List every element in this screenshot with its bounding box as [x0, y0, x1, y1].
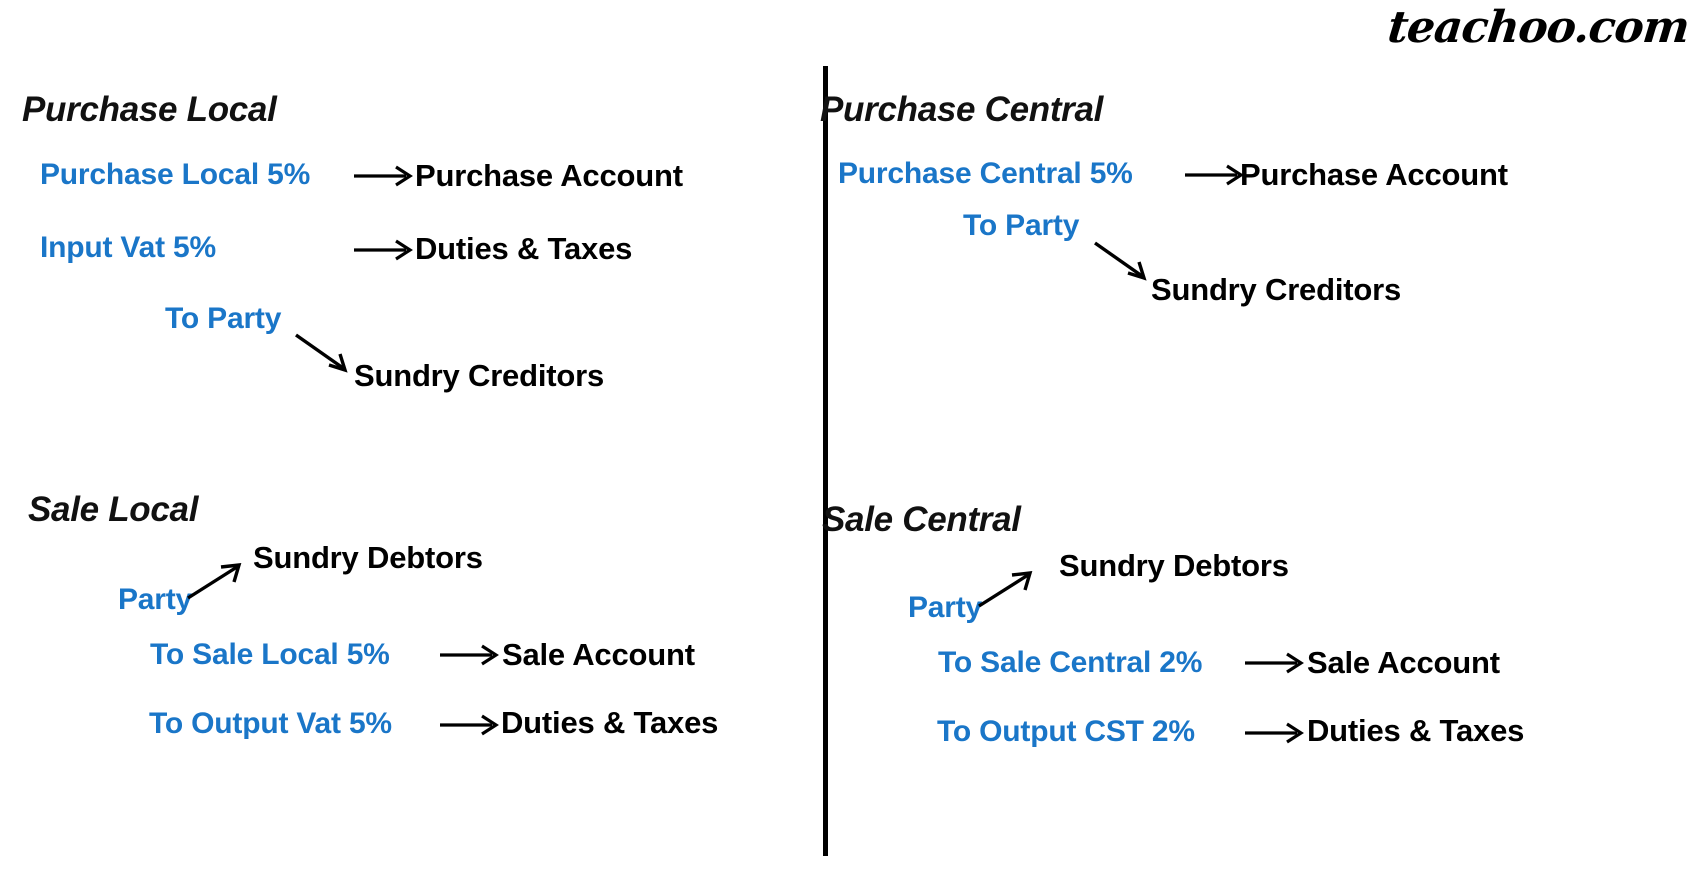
group-duties-and-taxes: Duties & Taxes [501, 705, 719, 740]
group-sundry-debtors: Sundry Debtors [253, 540, 483, 575]
group-sundry-debtors: Sundry Debtors [1059, 548, 1289, 583]
section-sale-central-heading: Sale Central [822, 500, 1021, 539]
arrow-right-icon [438, 709, 504, 737]
group-purchase-account: Purchase Account [1240, 157, 1508, 192]
arrow-up-right-icon [185, 558, 251, 604]
ledger-to-party: To Party [963, 209, 1080, 242]
ledger-to-output-vat-5: To Output Vat 5% [149, 707, 392, 740]
ledger-party: Party [118, 583, 193, 616]
group-duties-and-taxes: Duties & Taxes [415, 231, 633, 266]
group-sundry-creditors: Sundry Creditors [354, 358, 605, 393]
arrow-right-icon [352, 160, 418, 188]
diagram-canvas: teachoo.com Purchase Local Purchase Loca… [0, 0, 1697, 874]
section-purchase-local-heading: Purchase Local [22, 90, 277, 129]
teachoo-brand-logo: teachoo.com [1385, 2, 1692, 53]
group-sundry-creditors: Sundry Creditors [1151, 272, 1402, 307]
group-purchase-account: Purchase Account [415, 158, 683, 193]
vertical-divider [823, 66, 828, 856]
section-sale-local-heading: Sale Local [28, 490, 199, 529]
arrow-right-icon [438, 639, 504, 667]
arrow-down-right-icon [1092, 240, 1156, 282]
section-purchase-central-heading: Purchase Central [820, 90, 1104, 129]
ledger-to-party: To Party [165, 302, 282, 335]
arrow-right-icon [352, 234, 418, 262]
ledger-purchase-central-5: Purchase Central 5% [838, 157, 1133, 190]
group-sale-account: Sale Account [1307, 645, 1500, 680]
arrow-right-icon [1243, 647, 1309, 675]
group-duties-and-taxes: Duties & Taxes [1307, 713, 1525, 748]
ledger-purchase-local-5: Purchase Local 5% [40, 158, 311, 191]
group-sale-account: Sale Account [502, 637, 695, 672]
arrow-right-icon [1243, 717, 1309, 745]
ledger-input-vat-5: Input Vat 5% [40, 231, 216, 264]
ledger-to-sale-local-5: To Sale Local 5% [150, 638, 390, 671]
ledger-party: Party [908, 591, 983, 624]
arrow-up-right-icon [976, 566, 1042, 612]
ledger-to-output-cst-2: To Output CST 2% [937, 715, 1195, 748]
ledger-to-sale-central-2: To Sale Central 2% [938, 646, 1203, 679]
arrow-down-right-icon [293, 332, 357, 374]
